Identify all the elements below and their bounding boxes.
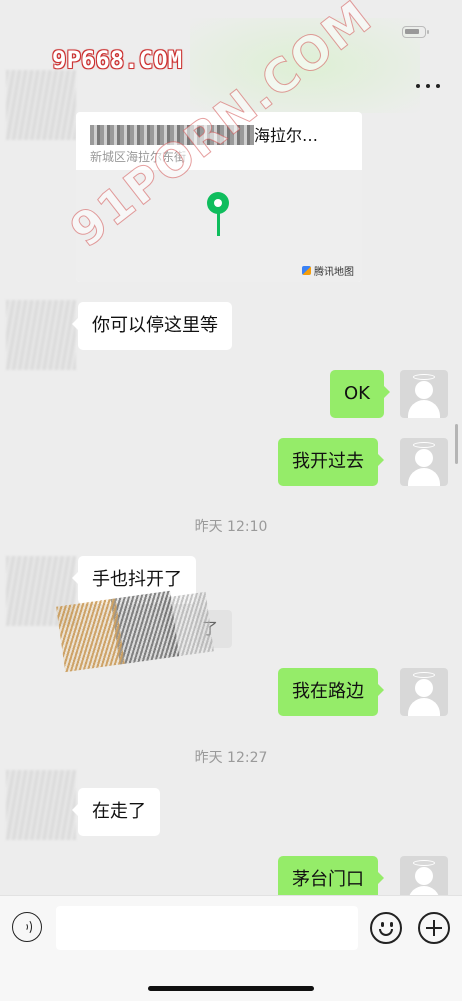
contact-avatar-blurred[interactable] [6, 300, 76, 370]
message-bubble-sent[interactable]: OK [330, 370, 390, 418]
message-bubble-sent[interactable]: 我开过去 [278, 438, 384, 486]
message-bubble-sent[interactable]: 我在路边 [278, 668, 384, 716]
message-bubble-received[interactable]: 在走了 [72, 788, 160, 836]
emoji-icon[interactable] [370, 912, 402, 944]
message-input[interactable] [56, 906, 358, 950]
message-timestamp: 昨天 12:10 [194, 519, 268, 535]
map-brand: 腾讯地图 [302, 263, 354, 278]
home-indicator[interactable] [148, 986, 314, 991]
tencent-map-logo-icon [302, 266, 311, 275]
voice-icon[interactable] [12, 912, 42, 942]
message-timestamp: 昨天 12:27 [194, 750, 268, 766]
map-pin-icon [207, 192, 229, 242]
scrollbar[interactable] [455, 424, 458, 464]
battery-icon [402, 26, 429, 38]
more-options-icon[interactable] [416, 78, 440, 94]
my-avatar[interactable] [400, 438, 448, 486]
plus-icon[interactable] [418, 912, 450, 944]
location-title-suffix: 海拉尔… [254, 126, 319, 145]
map-brand-label: 腾讯地图 [314, 267, 354, 278]
contact-avatar-blurred[interactable] [6, 770, 76, 840]
contact-avatar-blurred[interactable] [6, 70, 76, 140]
message-bubble-received[interactable]: 你可以停这里等 [72, 302, 232, 350]
my-avatar[interactable] [400, 370, 448, 418]
my-avatar[interactable] [400, 668, 448, 716]
status-bar: 9P668.COM [0, 0, 462, 113]
